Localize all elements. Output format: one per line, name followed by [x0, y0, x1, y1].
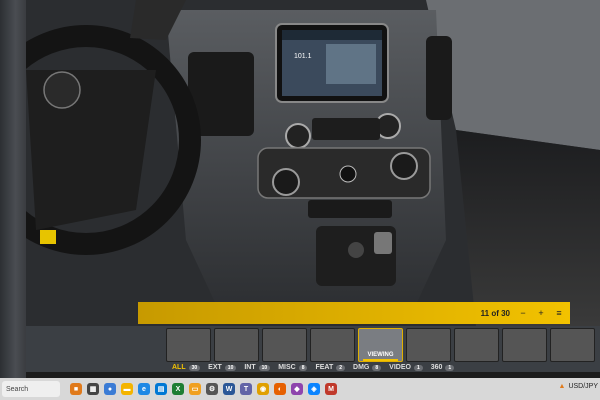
photo-counter: 11 of 30	[480, 308, 510, 318]
search-label: Search	[6, 385, 29, 393]
copilot-icon[interactable]: ●	[104, 383, 116, 395]
taskbar-apps: ■ ▦ ● ▬ e ▤ X ▭ ⚙ W T ◉ ◐ ◆ ◈ M	[70, 383, 337, 395]
chrome-icon[interactable]: ◉	[257, 383, 269, 395]
thumbnail-strip: VIEWING	[166, 328, 595, 362]
photo-category-filters: ALL 30 EXT 10 INT 10 MISC 8 FEAT 2 DMG 8 VIDEO…	[172, 364, 455, 371]
filter-dmg[interactable]: DMG 8	[353, 364, 382, 371]
briefcase-icon[interactable]: ■	[70, 383, 82, 395]
car-interior-photo: 101.1	[26, 0, 600, 326]
filter-360[interactable]: 360 1	[431, 364, 455, 371]
thumbnail[interactable]	[502, 328, 547, 362]
store-icon[interactable]: ▤	[155, 383, 167, 395]
main-photo[interactable]: 101.1	[26, 0, 600, 326]
excel-icon[interactable]: X	[172, 383, 184, 395]
filter-feat[interactable]: FEAT 2	[315, 364, 346, 371]
photo-viewer: 101.1 11 of 30 − + ≡ VIEWING ALL 30 EXT …	[26, 0, 600, 372]
teams-icon[interactable]: T	[240, 383, 252, 395]
thumbnail[interactable]	[166, 328, 211, 362]
taskbar-search[interactable]: Search	[2, 381, 60, 397]
task-view-icon[interactable]: ▦	[87, 383, 99, 395]
filter-misc[interactable]: MISC 8	[278, 364, 308, 371]
thumbnail[interactable]	[550, 328, 595, 362]
mcafee-icon[interactable]: M	[325, 383, 337, 395]
screen-station: 101.1	[294, 53, 312, 60]
word-icon[interactable]: W	[223, 383, 235, 395]
monitor-bezel	[0, 0, 26, 400]
thumbnail[interactable]	[214, 328, 259, 362]
zoom-in-icon[interactable]: +	[536, 308, 546, 318]
file-explorer-icon[interactable]: ▬	[121, 383, 133, 395]
settings-icon[interactable]: ⚙	[206, 383, 218, 395]
tray-text[interactable]: USD/JPY	[568, 383, 598, 390]
thumbnail[interactable]	[454, 328, 499, 362]
viewing-label: VIEWING	[367, 352, 394, 358]
folder-icon[interactable]: ▭	[189, 383, 201, 395]
thumbnail[interactable]	[406, 328, 451, 362]
photo-counter-bar: 11 of 30 − + ≡	[138, 302, 570, 324]
currency-icon: ▲	[558, 383, 566, 390]
thumbnail[interactable]	[262, 328, 307, 362]
menu-icon[interactable]: ≡	[554, 308, 564, 318]
firefox-icon[interactable]: ◐	[274, 383, 286, 395]
app-icon[interactable]: ◆	[291, 383, 303, 395]
thumbnail[interactable]	[310, 328, 355, 362]
filter-int[interactable]: INT 10	[244, 364, 271, 371]
active-indicator	[363, 359, 398, 361]
filter-ext[interactable]: EXT 10	[208, 364, 237, 371]
zoom-out-icon[interactable]: −	[518, 308, 528, 318]
edge-icon[interactable]: e	[138, 383, 150, 395]
windows-taskbar: Search ■ ▦ ● ▬ e ▤ X ▭ ⚙ W T ◉ ◐ ◆ ◈ M ▲…	[0, 378, 600, 400]
thumbnail-viewing[interactable]: VIEWING	[358, 328, 403, 362]
filter-video[interactable]: VIDEO 1	[389, 364, 423, 371]
filter-all[interactable]: ALL 30	[172, 364, 201, 371]
chat-icon[interactable]: ◈	[308, 383, 320, 395]
system-tray: ▲ USD/JPY	[559, 383, 599, 390]
